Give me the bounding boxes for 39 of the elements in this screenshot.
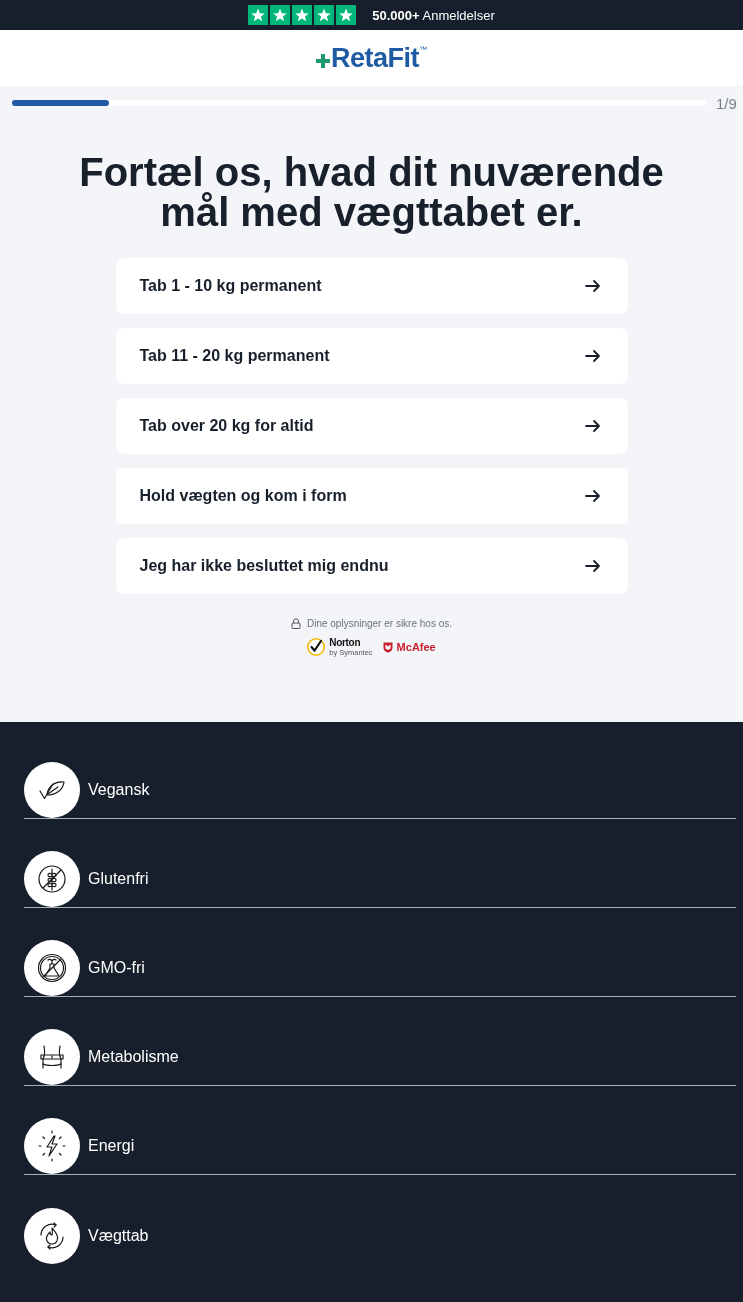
logo-text: RetaFit: [331, 44, 419, 72]
step-counter: 1/9: [716, 95, 737, 111]
arrow-right-icon: [583, 557, 602, 575]
leaf-check-icon: [24, 762, 80, 818]
security-note: Dine oplysninger er sikre hos os.: [306, 617, 453, 631]
lock-icon: [290, 618, 301, 629]
brand-name: Norton: [329, 638, 362, 648]
feature-label: Vægttab: [88, 1225, 149, 1246]
arrow-right-icon: [583, 347, 602, 365]
check-badge-icon: [307, 638, 326, 657]
answer-option[interactable]: Tab 1 - 10 kg permanent: [115, 258, 628, 314]
plus-icon: [316, 54, 330, 68]
answer-option[interactable]: Jeg har ikke besluttet mig endnu: [115, 538, 628, 594]
star-icon: [336, 5, 357, 25]
feature-label: Energi: [88, 1136, 135, 1156]
lightning-icon: [24, 1118, 80, 1174]
crossed-wheat-icon: [24, 851, 80, 907]
feature-label: GMO-fri: [88, 958, 145, 978]
feature-label: Vegansk: [88, 780, 150, 800]
brand-name: McAfee: [396, 641, 436, 653]
arrow-right-icon: [583, 487, 602, 505]
star-icon: [270, 5, 291, 25]
review-count: 50.000+ Anmeldelser: [372, 8, 495, 22]
feature-label: Glutenfri: [88, 869, 149, 889]
trademark-sign: ™: [419, 45, 427, 54]
waist-tape-icon: [24, 1029, 80, 1085]
flame-cycle-icon: [24, 1207, 80, 1264]
feature-label: Metabolisme: [88, 1047, 179, 1067]
star-icon: [292, 5, 313, 25]
shield-icon: [382, 641, 393, 653]
answer-option[interactable]: Tab 11 - 20 kg permanent: [115, 328, 628, 384]
answer-option[interactable]: Tab over 20 kg for altid: [115, 398, 628, 454]
star-icon: [248, 5, 269, 25]
answer-option[interactable]: Hold vægten og kom i form: [115, 468, 628, 524]
arrow-right-icon: [583, 277, 602, 295]
question-heading: Fortæl os, hvad dit nuværende mål med vægttabet er.: [78, 152, 665, 232]
star-icon: [314, 5, 335, 25]
arrow-right-icon: [583, 417, 602, 435]
crossed-flask-icon: [24, 940, 80, 996]
